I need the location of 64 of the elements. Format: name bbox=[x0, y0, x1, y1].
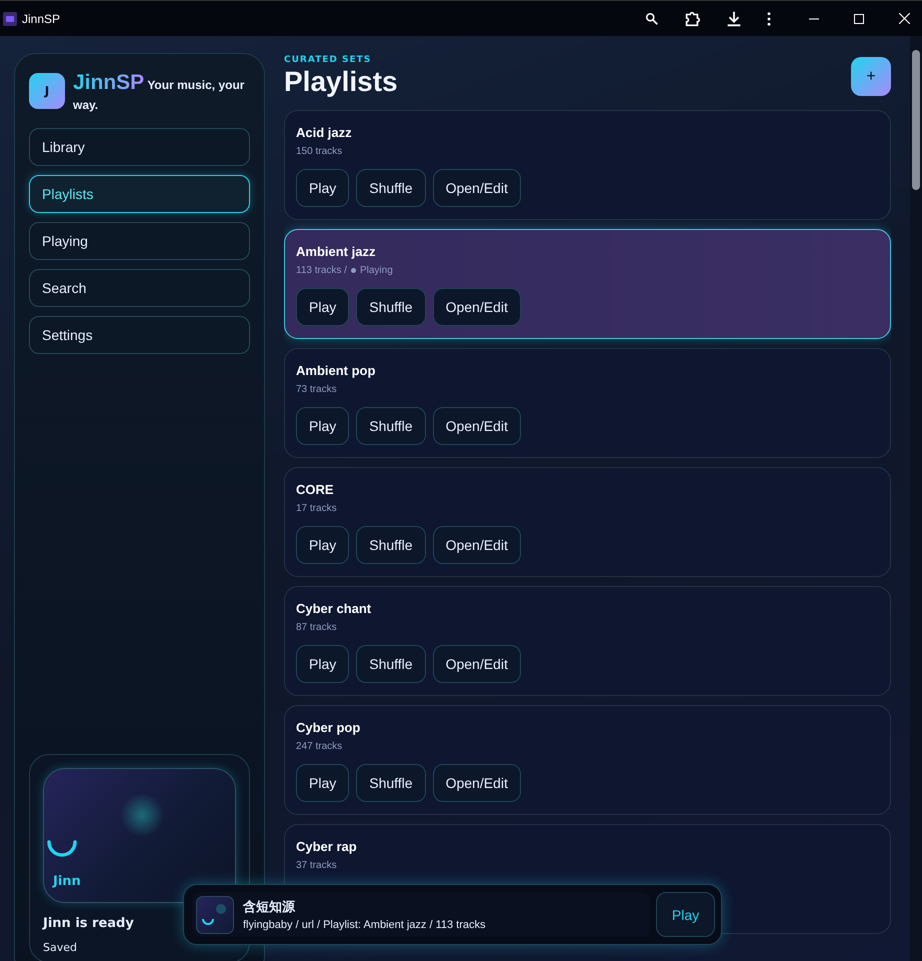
playlist-action-button[interactable]: Open/Edit bbox=[432, 169, 521, 207]
playlist-card[interactable]: Acid jazz 150 tracks Play Shuffle Open/Edit bbox=[284, 110, 891, 220]
playlist-action-button[interactable]: Play bbox=[296, 764, 350, 802]
track-count: 73 tracks bbox=[296, 384, 337, 395]
assistant-name: Jinn bbox=[53, 874, 81, 889]
logo-badge: J bbox=[29, 73, 65, 109]
playlist-action-button[interactable]: Open/Edit bbox=[432, 288, 521, 326]
playlist-name: Cyber rap bbox=[296, 839, 358, 854]
playlist-action-button[interactable]: Shuffle bbox=[356, 645, 426, 683]
playlist-name: Ambient pop bbox=[296, 363, 376, 378]
zoom-icon[interactable] bbox=[645, 12, 659, 26]
playlist-name: Cyber pop bbox=[296, 720, 362, 735]
playlist-action-button[interactable]: Shuffle bbox=[356, 407, 426, 445]
playlist-action-button[interactable]: Play bbox=[296, 169, 350, 207]
save-status: Saved bbox=[43, 941, 78, 954]
playlist-action-button[interactable]: Open/Edit bbox=[432, 526, 521, 564]
track-count: 247 tracks bbox=[296, 741, 342, 752]
playlist-name: Ambient jazz bbox=[296, 244, 376, 259]
track-count: 87 tracks bbox=[296, 622, 337, 633]
playlist-card[interactable]: Ambient pop 73 tracks Play Shuffle Open/Edit bbox=[284, 348, 891, 458]
puzzle-icon[interactable] bbox=[683, 10, 701, 28]
smile-icon bbox=[46, 839, 78, 857]
track-count: 17 tracks bbox=[296, 503, 337, 514]
track-count: 150 tracks bbox=[296, 146, 342, 157]
playlist-card[interactable]: Ambient jazz 113 tracks / Playing Play Shuffle Open/Edit bbox=[284, 229, 891, 339]
playlist-action-button[interactable]: Play bbox=[296, 645, 350, 683]
nav-item[interactable]: Search bbox=[29, 269, 250, 308]
playlist-action-button[interactable]: Shuffle bbox=[356, 169, 426, 207]
play-button[interactable]: Play bbox=[656, 892, 715, 937]
playlist-name: CORE bbox=[296, 482, 335, 497]
scrollbar[interactable] bbox=[910, 36, 922, 961]
playlist-action-button[interactable]: Shuffle bbox=[356, 526, 426, 564]
playlist-card[interactable]: Cyber pop 247 tracks Play Shuffle Open/Edit bbox=[284, 705, 891, 815]
playlist-action-button[interactable]: Shuffle bbox=[356, 288, 426, 326]
window-title: JinnSP bbox=[22, 12, 60, 26]
add-button[interactable]: + bbox=[851, 57, 891, 96]
section-eyebrow: CURATED SETS bbox=[284, 55, 372, 65]
playing-status: Playing bbox=[360, 265, 393, 276]
playlist-card[interactable]: CORE 17 tracks Play Shuffle Open/Edit bbox=[284, 467, 891, 577]
nav-item[interactable]: Library bbox=[29, 128, 250, 166]
nav-item[interactable]: Playing bbox=[29, 222, 250, 260]
nav-item[interactable]: Settings bbox=[29, 316, 250, 354]
app-icon bbox=[2, 10, 18, 26]
playlist-card[interactable]: Cyber chant 87 tracks Play Shuffle Open/Edit bbox=[284, 586, 891, 696]
brand-text: JinnSP Your music, your way. bbox=[73, 70, 246, 114]
playlist-action-button[interactable]: Open/Edit bbox=[432, 764, 521, 802]
maximize-icon[interactable] bbox=[854, 14, 864, 24]
assistant-status: Jinn is ready bbox=[43, 916, 135, 931]
track-count: 37 tracks bbox=[296, 860, 337, 871]
playlist-action-button[interactable]: Open/Edit bbox=[432, 407, 521, 445]
nav-item[interactable]: Playlists bbox=[29, 175, 250, 214]
playlist-name: Acid jazz bbox=[296, 125, 353, 140]
more-icon[interactable] bbox=[767, 12, 771, 26]
playlist-action-button[interactable]: Shuffle bbox=[356, 764, 426, 802]
playlist-action-button[interactable]: Play bbox=[296, 526, 350, 564]
playlist-action-button[interactable]: Play bbox=[296, 288, 350, 326]
track-count: 113 tracks / bbox=[296, 265, 347, 276]
playlist-action-button[interactable]: Play bbox=[296, 407, 350, 445]
cover-art-icon bbox=[196, 896, 234, 934]
page-title: Playlists bbox=[284, 65, 398, 99]
close-icon[interactable] bbox=[899, 13, 910, 24]
playlist-name: Cyber chant bbox=[296, 601, 372, 616]
download-icon[interactable] bbox=[725, 10, 743, 28]
playlist-action-button[interactable]: Open/Edit bbox=[432, 645, 521, 683]
